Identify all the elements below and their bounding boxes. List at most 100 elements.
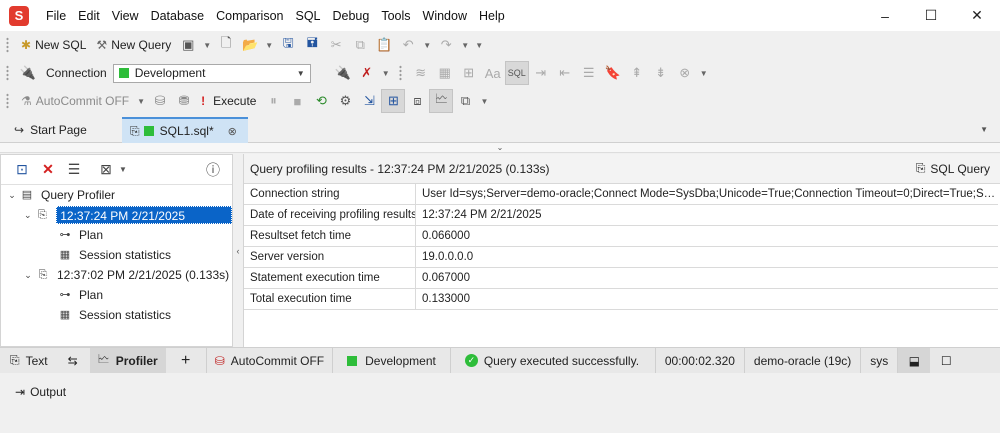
chevron-down-icon[interactable]: ▼ (200, 41, 214, 50)
tree-session-statistics-2[interactable]: ▦ Session statistics (57, 305, 171, 325)
text-case-icon[interactable]: Aa (481, 61, 505, 85)
menu-debug[interactable]: Debug (327, 9, 376, 23)
row-value[interactable]: User Id=sys;Server=demo-oracle;Connect M… (416, 184, 998, 204)
panel-single-layout-icon[interactable]: ☐ (930, 348, 962, 374)
tree-session-statistics-1[interactable]: ▦ Session statistics (57, 245, 171, 265)
row-value[interactable]: 0.133000 (416, 289, 998, 309)
chevron-down-icon[interactable]: ⌄ (5, 190, 19, 201)
menu-tools[interactable]: Tools (375, 9, 416, 23)
query-plan-icon[interactable]: ⧈ (405, 89, 429, 113)
menu-comparison[interactable]: Comparison (210, 9, 289, 23)
info-icon[interactable]: ⓘ (200, 160, 226, 180)
menu-database[interactable]: Database (145, 9, 211, 23)
clear-list-icon[interactable]: ☰ (61, 161, 87, 178)
plug-icon[interactable]: 🔌 (331, 61, 355, 85)
new-file-icon[interactable]: 🗋 (214, 33, 238, 57)
menu-file[interactable]: File (40, 9, 72, 23)
table-row[interactable]: Resultset fetch time 0.066000 (244, 226, 998, 247)
copy-icon[interactable]: ⧉ (348, 33, 372, 57)
maximize-button[interactable]: ☐ (908, 0, 954, 31)
chevron-down-icon[interactable]: ▼ (119, 165, 127, 174)
menu-view[interactable]: View (106, 9, 145, 23)
table-icon[interactable]: ▦ (433, 61, 457, 85)
database-icon[interactable]: ⛁ (148, 89, 172, 113)
menu-help[interactable]: Help (473, 9, 511, 23)
chevron-down-icon[interactable]: ⌄ (21, 210, 35, 221)
chevron-down-icon[interactable]: ▼ (262, 41, 276, 50)
toolbar-grip[interactable] (6, 37, 9, 53)
connect-plug-icon[interactable]: 🔌 (16, 61, 40, 85)
new-profiling-icon[interactable]: ⊡ (9, 161, 35, 178)
minimize-button[interactable]: – (862, 0, 908, 31)
table-row[interactable]: Statement execution time 0.067000 (244, 268, 998, 289)
delete-icon[interactable]: ✕ (35, 161, 61, 178)
menu-edit[interactable]: Edit (72, 9, 106, 23)
tree-root-query-profiler[interactable]: ⌄ ▤ Query Profiler (5, 185, 115, 205)
chevron-down-icon[interactable]: ▼ (472, 41, 486, 50)
undo-icon[interactable]: ↶ (396, 33, 420, 57)
open-folder-icon[interactable]: 📂 (238, 33, 262, 57)
paste-icon[interactable]: 📋 (372, 33, 396, 57)
bookmark-prev-icon[interactable]: ⇞ (625, 61, 649, 85)
execute-to-cursor-icon[interactable]: ⇲ (357, 89, 381, 113)
save-icon[interactable]: 🖫 (276, 33, 300, 57)
disconnect-icon[interactable]: ✗ (355, 61, 379, 85)
outdent-icon[interactable]: ⇤ (553, 61, 577, 85)
stop-icon[interactable]: ■ (285, 89, 309, 113)
add-view-icon[interactable]: + (166, 348, 206, 374)
toolbar-grip[interactable] (6, 65, 9, 81)
explain-plan-icon[interactable]: ⚙ (333, 89, 357, 113)
execute-button[interactable]: ! Execute (196, 89, 261, 113)
indent-icon[interactable]: ⇥ (529, 61, 553, 85)
connection-select[interactable]: Development ▼ (112, 63, 311, 83)
chevron-down-icon[interactable]: ▼ (134, 97, 148, 106)
bookmark-next-icon[interactable]: ⇟ (649, 61, 673, 85)
table-row[interactable]: Date of receiving profiling results 12:3… (244, 205, 998, 226)
tab-text[interactable]: ⎘ Text (0, 348, 56, 374)
row-value[interactable]: 12:37:24 PM 2/21/2025 (416, 205, 998, 225)
close-button[interactable]: ✕ (954, 0, 1000, 31)
panel-collapse-chevron-icon[interactable]: ‹ (233, 154, 243, 347)
close-tab-icon[interactable]: ⊗ (228, 125, 237, 138)
status-connection[interactable]: Development (333, 348, 450, 374)
tree-plan-2[interactable]: ⊶ Plan (57, 285, 104, 305)
bookmark-clear-icon[interactable]: ⊗ (673, 61, 697, 85)
layout-icon[interactable]: ⧉ (453, 89, 477, 113)
panel-bottom-layout-icon[interactable]: ⬓ (898, 347, 931, 374)
status-autocommit[interactable]: ⛁ AutoCommit OFF (207, 348, 332, 374)
sql-check-icon[interactable]: SQL (504, 61, 529, 85)
new-document-icon[interactable]: ▣ (176, 33, 200, 57)
bookmark-icon[interactable]: 🔖 (601, 61, 625, 85)
toolbar-grip[interactable] (6, 93, 9, 109)
chevron-down-icon[interactable]: ▼ (379, 69, 393, 78)
tab-start-page[interactable]: ↪ Start Page (6, 117, 95, 143)
pause-icon[interactable]: ⏸ (261, 89, 285, 113)
editor-collapse-handle[interactable]: ⌄ (0, 143, 1000, 153)
tab-sql1[interactable]: ⎘ SQL1.sql* ⊗ (122, 117, 248, 143)
save-all-icon[interactable]: 🖬 (300, 33, 324, 57)
switch-view-icon[interactable]: ⇆ (56, 348, 90, 374)
tree-icon[interactable]: ⊞ (457, 61, 481, 85)
chevron-down-icon[interactable]: ▼ (477, 97, 491, 106)
tab-list-chevron-icon[interactable]: ▼ (980, 125, 988, 134)
tree-session-2[interactable]: ⌄ ⎘ 12:37:02 PM 2/21/2025 (0.133s) (21, 265, 229, 285)
row-value[interactable]: 19.0.0.0.0 (416, 247, 998, 267)
redo-icon[interactable]: ↷ (434, 33, 458, 57)
query-profiler-icon[interactable]: ⊞ (381, 89, 406, 113)
menu-sql[interactable]: SQL (289, 9, 326, 23)
history-icon[interactable]: ⟲ (309, 89, 333, 113)
row-value[interactable]: 0.067000 (416, 268, 998, 288)
table-row[interactable]: Total execution time 0.133000 (244, 289, 998, 310)
table-row[interactable]: Connection string User Id=sys;Server=dem… (244, 184, 998, 205)
cut-icon[interactable]: ✂ (324, 33, 348, 57)
chevron-down-icon[interactable]: ⌄ (21, 270, 35, 281)
compare-icon[interactable]: ⊠ (93, 161, 119, 178)
chevron-down-icon[interactable]: ▼ (420, 41, 434, 50)
format-icon[interactable]: ≋ (409, 61, 433, 85)
new-sql-button[interactable]: ✱ New SQL (16, 33, 91, 57)
chart-icon[interactable]: 🗠 (429, 89, 454, 113)
chevron-down-icon[interactable]: ▼ (458, 41, 472, 50)
row-value[interactable]: 0.066000 (416, 226, 998, 246)
menu-window[interactable]: Window (417, 9, 473, 23)
sql-query-button[interactable]: ⎘ SQL Query (916, 161, 990, 176)
